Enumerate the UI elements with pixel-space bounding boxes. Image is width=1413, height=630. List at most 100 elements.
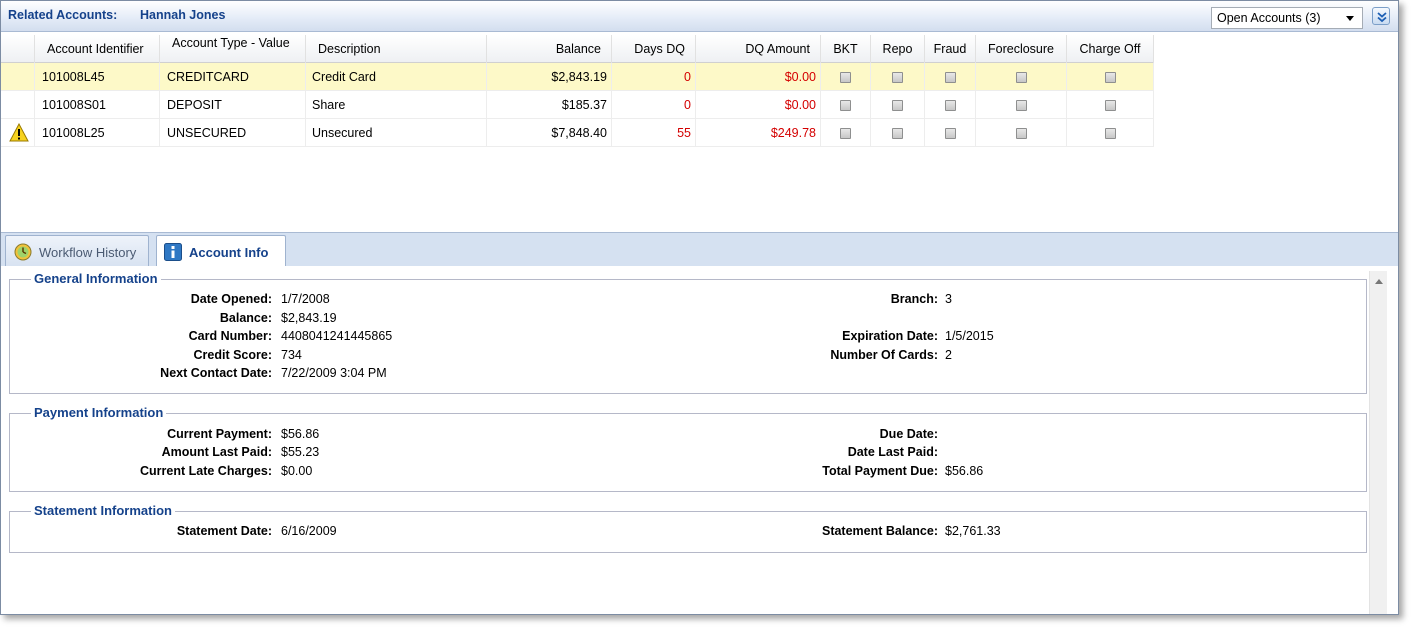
grid-header: Account Identifier Account Type - Value … xyxy=(1,35,1154,63)
days-dq-cell: 55 xyxy=(612,119,696,147)
foreclosure-checkbox[interactable] xyxy=(1015,72,1027,83)
days-dq-cell: 0 xyxy=(612,63,696,91)
column-header-description[interactable]: Description xyxy=(306,35,487,63)
bkt-checkbox[interactable] xyxy=(840,100,851,111)
collapse-button[interactable] xyxy=(1372,7,1390,25)
column-header-charge-off[interactable]: Charge Off xyxy=(1067,35,1154,63)
repo-checkbox[interactable] xyxy=(892,72,903,83)
panel-header: Related Accounts: Hannah Jones Open Acco… xyxy=(1,1,1398,32)
number-of-cards-value: 2 xyxy=(945,348,952,362)
current-payment-label: Current Payment: xyxy=(167,427,272,441)
current-payment-value: $56.86 xyxy=(281,427,320,441)
tab-label: Account Info xyxy=(189,245,269,260)
table-row[interactable]: 101008L45 CREDITCARD Credit Card $2,843.… xyxy=(1,63,1154,91)
column-header-dq-amount[interactable]: DQ Amount xyxy=(696,35,821,63)
dq-amount-cell: $0.00 xyxy=(696,63,821,91)
statement-information-section: Statement Information Statement Date: 6/… xyxy=(9,503,1367,553)
filter-value: Open Accounts (3) xyxy=(1217,11,1321,25)
statement-date-value: 6/16/2009 xyxy=(281,524,337,538)
next-contact-date-label: Next Contact Date: xyxy=(160,366,272,380)
description-cell: Share xyxy=(306,91,487,119)
credit-score-value: 734 xyxy=(281,348,302,362)
tab-account-info[interactable]: Account Info xyxy=(156,235,286,268)
statement-balance-value: $2,761.33 xyxy=(945,524,1001,538)
column-header-balance[interactable]: Balance xyxy=(487,35,612,63)
workflow-history-icon xyxy=(14,243,32,261)
branch-label: Branch: xyxy=(890,292,938,306)
total-payment-due-label: Total Payment Due: xyxy=(822,464,938,478)
section-title: Statement Information xyxy=(31,503,175,518)
date-last-paid-label: Date Last Paid: xyxy=(847,445,938,459)
amount-last-paid-value: $55.23 xyxy=(281,445,320,459)
expiration-date-label: Expiration Date: xyxy=(842,329,938,343)
table-row[interactable]: 101008S01 DEPOSIT Share $185.37 0 $0.00 xyxy=(1,91,1154,119)
tab-workflow-history[interactable]: Workflow History xyxy=(5,235,149,267)
bkt-checkbox[interactable] xyxy=(840,72,851,83)
balance-cell: $2,843.19 xyxy=(487,63,612,91)
charge-off-checkbox[interactable] xyxy=(1104,100,1116,111)
warning-cell xyxy=(1,91,35,119)
current-late-charges-value: $0.00 xyxy=(281,464,313,478)
fraud-checkbox[interactable] xyxy=(944,128,956,139)
description-cell: Unsecured xyxy=(306,119,487,147)
section-title: General Information xyxy=(31,271,161,286)
repo-checkbox[interactable] xyxy=(892,128,903,139)
number-of-cards-label: Number Of Cards: xyxy=(830,348,938,362)
section-title: Payment Information xyxy=(31,405,167,420)
column-header-repo[interactable]: Repo xyxy=(871,35,925,63)
statement-balance-label: Statement Balance: xyxy=(821,524,938,538)
account-type-cell: DEPOSIT xyxy=(160,91,306,119)
warning-cell xyxy=(1,63,35,91)
accounts-filter-select[interactable]: Open Accounts (3) xyxy=(1211,7,1363,29)
foreclosure-checkbox[interactable] xyxy=(1015,128,1027,139)
scroll-up-icon[interactable] xyxy=(1375,279,1383,284)
column-header-account-identifier[interactable]: Account Identifier xyxy=(35,35,160,63)
account-identifier-cell: 101008L45 xyxy=(35,63,160,91)
card-number-label: Card Number: xyxy=(188,329,272,343)
warning-cell xyxy=(1,119,35,147)
chevron-down-icon xyxy=(1346,16,1354,21)
fraud-checkbox[interactable] xyxy=(944,72,956,83)
date-opened-value: 1/7/2008 xyxy=(281,292,330,306)
balance-cell: $7,848.40 xyxy=(487,119,612,147)
charge-off-checkbox[interactable] xyxy=(1104,128,1116,139)
account-info-content: General Information Date Opened: 1/7/200… xyxy=(1,266,1369,614)
dq-amount-cell: $249.78 xyxy=(696,119,821,147)
date-opened-label: Date Opened: xyxy=(190,292,272,306)
column-header-account-type[interactable]: Account Type - Value xyxy=(160,35,306,63)
column-header-days-dq[interactable]: Days DQ xyxy=(612,35,696,63)
account-type-cell: UNSECURED xyxy=(160,119,306,147)
payment-information-section: Payment Information Current Payment: $56… xyxy=(9,405,1367,492)
dq-amount-cell: $0.00 xyxy=(696,91,821,119)
branch-value: 3 xyxy=(945,292,952,306)
customer-name: Hannah Jones xyxy=(140,8,226,22)
account-identifier-cell: 101008L25 xyxy=(35,119,160,147)
related-accounts-panel: Related Accounts: Hannah Jones Open Acco… xyxy=(0,0,1399,615)
account-type-cell: CREDITCARD xyxy=(160,63,306,91)
balance-label: Balance: xyxy=(219,311,272,325)
warning-icon xyxy=(9,123,29,142)
column-header-warning xyxy=(1,35,35,63)
fraud-checkbox[interactable] xyxy=(944,100,956,111)
charge-off-checkbox[interactable] xyxy=(1104,72,1116,83)
foreclosure-checkbox[interactable] xyxy=(1015,100,1027,111)
current-late-charges-label: Current Late Charges: xyxy=(140,464,272,478)
repo-checkbox[interactable] xyxy=(892,100,903,111)
header-label: Related Accounts: xyxy=(8,8,118,22)
description-cell: Credit Card xyxy=(306,63,487,91)
statement-date-label: Statement Date: xyxy=(176,524,272,538)
due-date-label: Due Date: xyxy=(879,427,938,441)
info-icon xyxy=(164,243,182,261)
expiration-date-value: 1/5/2015 xyxy=(945,329,994,343)
content-scrollbar[interactable] xyxy=(1369,271,1387,614)
bkt-checkbox[interactable] xyxy=(840,128,851,139)
detail-tabs: Workflow History Account Info xyxy=(1,232,1398,268)
column-header-fraud[interactable]: Fraud xyxy=(925,35,976,63)
card-number-value: 4408041241445865 xyxy=(281,329,393,343)
amount-last-paid-label: Amount Last Paid: xyxy=(161,445,272,459)
balance-value: $2,843.19 xyxy=(281,311,337,325)
table-row[interactable]: 101008L25 UNSECURED Unsecured $7,848.40 … xyxy=(1,119,1154,147)
days-dq-cell: 0 xyxy=(612,91,696,119)
column-header-foreclosure[interactable]: Foreclosure xyxy=(976,35,1067,63)
column-header-bkt[interactable]: BKT xyxy=(821,35,871,63)
